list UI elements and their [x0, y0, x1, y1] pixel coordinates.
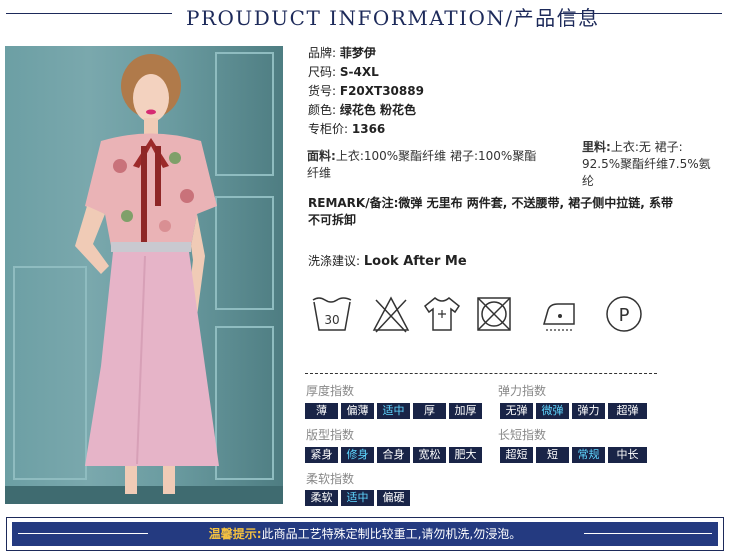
lining-label: 里料:	[582, 140, 611, 154]
price-value: 1366	[351, 122, 386, 136]
fit-option: 紧身	[305, 447, 338, 463]
fabric-line-1: 上衣:100%聚酯纤维 裙子:100%聚酯	[335, 149, 537, 163]
wash-label: 洗涤建议:	[308, 254, 361, 268]
elasticity-option-selected: 微弹	[536, 403, 569, 419]
remark-label: REMARK/备注:	[308, 196, 399, 210]
low-iron-icon	[543, 303, 575, 331]
remark-block: REMARK/备注:微弹 无里布 两件套, 不送腰带, 裙子侧中拉链, 系带 不…	[308, 195, 718, 229]
softness-option-selected: 适中	[341, 490, 374, 506]
length-option: 超短	[500, 447, 533, 463]
price-row: 专柜价: 1366	[308, 120, 385, 137]
notice-text: 温馨提示:此商品工艺特殊定制比较重工,请勿机洗,勿浸泡。	[12, 522, 718, 546]
dry-clean-letter: P	[619, 305, 630, 326]
softness-index-label: 柔软指数	[306, 472, 355, 486]
thickness-option: 加厚	[449, 403, 482, 419]
product-photo	[5, 46, 283, 504]
length-index-label: 长短指数	[498, 428, 547, 442]
fit-option-selected: 修身	[341, 447, 374, 463]
no-tumble-dry-icon	[477, 297, 511, 331]
size-label: 尺码:	[308, 65, 337, 79]
brand-value: 菲梦伊	[339, 46, 376, 60]
brand-label: 品牌:	[308, 46, 337, 60]
color-row: 颜色: 绿花色 粉花色	[308, 101, 416, 118]
wash-temp-text: 30	[324, 313, 339, 327]
notice-bar: 温馨提示:此商品工艺特殊定制比较重工,请勿机洗,勿浸泡。	[12, 522, 718, 546]
remark-line-2: 不可拆卸	[308, 213, 357, 227]
sku-value: F20XT30889	[339, 84, 424, 98]
sku-row: 货号: F20XT30889	[308, 82, 424, 99]
lining-block: 里料:上衣:无 裙子: 92.5%聚酯纤维7.5%氨 纶	[582, 139, 722, 190]
remark-line-1: 微弹 无里布 两件套, 不送腰带, 裙子侧中拉链, 系带	[398, 196, 673, 210]
sku-label: 货号:	[308, 84, 337, 98]
wash-row: 洗涤建议: Look After Me	[308, 252, 467, 269]
lining-line-3: 纶	[582, 174, 595, 188]
fabric-block: 面料:上衣:100%聚酯纤维 裙子:100%聚酯 纤维	[307, 148, 579, 182]
elasticity-index-label: 弹力指数	[498, 384, 547, 398]
thickness-option: 偏薄	[341, 403, 374, 419]
length-option: 中长	[608, 447, 647, 463]
brand-row: 品牌: 菲梦伊	[308, 44, 376, 61]
dotted-separator	[305, 373, 657, 374]
hang-dry-icon	[423, 297, 461, 331]
size-value: S-4XL	[339, 65, 379, 79]
length-option: 短	[536, 447, 569, 463]
elasticity-option: 超弹	[608, 403, 647, 419]
thickness-option: 厚	[413, 403, 446, 419]
header-rule-left	[6, 13, 172, 14]
wash-30-icon: 30	[312, 297, 352, 331]
fit-index-label: 版型指数	[306, 428, 355, 442]
no-bleach-icon	[372, 296, 410, 333]
dry-clean-p-icon: P	[606, 296, 642, 332]
lining-line-1: 上衣:无 裙子:	[610, 140, 683, 154]
header-rule-right	[560, 13, 722, 14]
size-row: 尺码: S-4XL	[308, 63, 379, 80]
wash-value: Look After Me	[363, 254, 467, 269]
fabric-line-2: 纤维	[307, 166, 332, 180]
fit-option: 宽松	[413, 447, 446, 463]
thickness-option-selected: 适中	[377, 403, 410, 419]
price-label: 专柜价:	[308, 122, 349, 136]
thickness-option: 薄	[305, 403, 338, 419]
notice-message: 此商品工艺特殊定制比较重工,请勿机洗,勿浸泡。	[261, 527, 522, 541]
softness-option: 柔软	[305, 490, 338, 506]
lining-line-2: 92.5%聚酯纤维7.5%氨	[582, 157, 711, 171]
page-title: PROUDUCT INFORMATION/产品信息	[186, 6, 600, 30]
length-option-selected: 常规	[572, 447, 605, 463]
fit-option: 肥大	[449, 447, 482, 463]
color-value: 绿花色 粉花色	[339, 103, 417, 117]
elasticity-option: 弹力	[572, 403, 605, 419]
elasticity-option: 无弹	[500, 403, 533, 419]
notice-warning-label: 温馨提示:	[208, 527, 262, 541]
thickness-index-label: 厚度指数	[306, 384, 355, 398]
color-label: 颜色:	[308, 103, 337, 117]
fabric-label: 面料:	[307, 149, 336, 163]
softness-option: 偏硬	[377, 490, 410, 506]
fit-option: 合身	[377, 447, 410, 463]
